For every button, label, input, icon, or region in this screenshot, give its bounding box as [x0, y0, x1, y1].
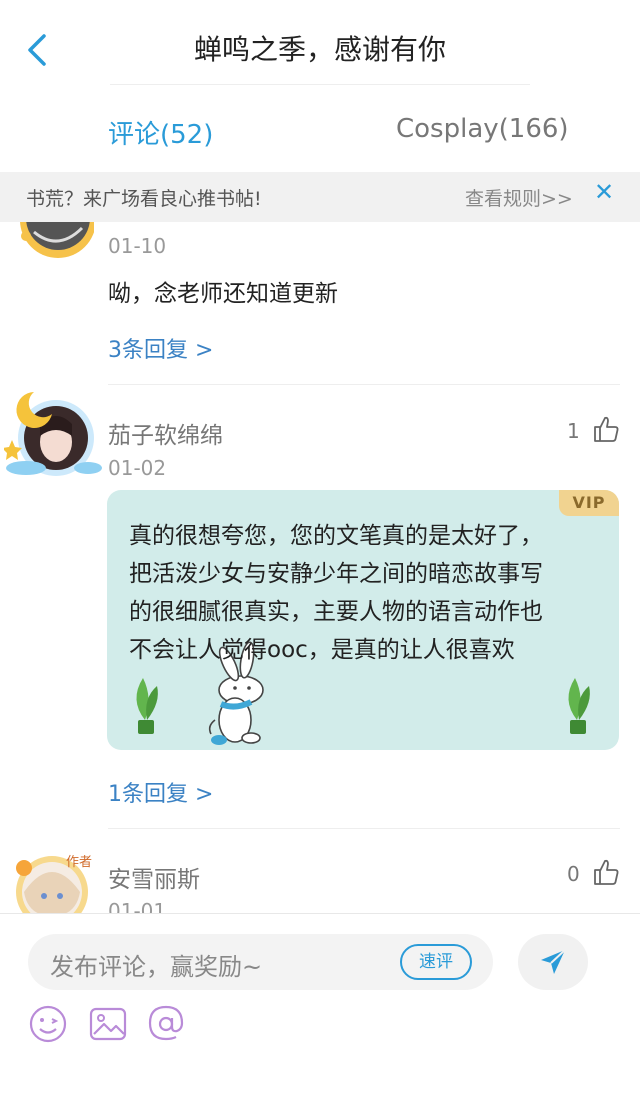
tab-bar: 评论(52) Cosplay(166)	[0, 96, 640, 170]
like-count: 1	[567, 419, 580, 443]
comment-text-line: 的很细腻很真实，主要人物的语言动作也	[129, 599, 543, 625]
thumbs-up-icon[interactable]	[592, 857, 622, 887]
comment-text-line: 把活泼少女与安静少年之间的暗恋故事写	[129, 561, 543, 587]
at-icon[interactable]	[146, 1004, 186, 1044]
comment-composer: 发布评论，赢奖励~ 速评	[0, 913, 640, 1096]
avatar[interactable]: 作者	[10, 842, 96, 914]
divider	[110, 84, 530, 85]
send-button[interactable]	[518, 934, 588, 990]
avatar[interactable]	[14, 222, 94, 262]
username[interactable]: 安雪丽斯	[108, 860, 200, 894]
banner-text[interactable]: 书荒？来广场看良心推书帖!	[26, 184, 262, 211]
divider	[108, 384, 620, 385]
close-icon[interactable]: ✕	[594, 178, 614, 206]
tab-comments[interactable]: 评论(52)	[108, 114, 213, 151]
comment-date: 01-10	[108, 234, 167, 258]
avatar[interactable]	[4, 380, 104, 485]
comment-date: 01-01	[108, 899, 167, 913]
promo-banner: 书荒？来广场看良心推书帖! 查看规则>> ✕	[0, 172, 640, 222]
emoji-icon[interactable]	[28, 1004, 68, 1044]
comment-input-placeholder: 发布评论，赢奖励~	[50, 953, 263, 981]
comment-text: 呦，念老师还知道更新	[108, 281, 338, 307]
image-icon[interactable]	[88, 1004, 128, 1044]
header: 蝉鸣之季，感谢有你	[0, 0, 640, 96]
comment-input[interactable]: 发布评论，赢奖励~ 速评	[28, 934, 493, 990]
thumbs-up-icon[interactable]	[592, 414, 622, 444]
tab-cosplay[interactable]: Cosplay(166)	[396, 114, 569, 144]
divider	[108, 828, 620, 829]
comment-text-line: 真的很想夸您，您的文笔真的是太好了，	[129, 523, 543, 549]
comment-date: 01-02	[108, 456, 167, 480]
vip-comment-card: VIP 真的很想夸您，您的文笔真的是太好了， 把活泼少女与安静少年之间的暗恋故事…	[107, 490, 619, 750]
vip-badge: VIP	[559, 490, 619, 516]
like-count: 0	[567, 862, 580, 886]
username[interactable]: 茄子软绵绵	[108, 416, 223, 450]
replies-link[interactable]: 3条回复 >	[108, 332, 213, 364]
view-rules-link[interactable]: 查看规则>>	[465, 184, 573, 211]
send-icon	[541, 949, 566, 974]
quick-comment-button[interactable]: 速评	[400, 944, 472, 980]
author-tag: 作者	[66, 855, 92, 870]
replies-link[interactable]: 1条回复 >	[108, 776, 213, 808]
page-title: 蝉鸣之季，感谢有你	[193, 33, 446, 66]
comment-text-line: 不会让人觉得ooc，是真的让人很喜欢	[129, 637, 515, 663]
